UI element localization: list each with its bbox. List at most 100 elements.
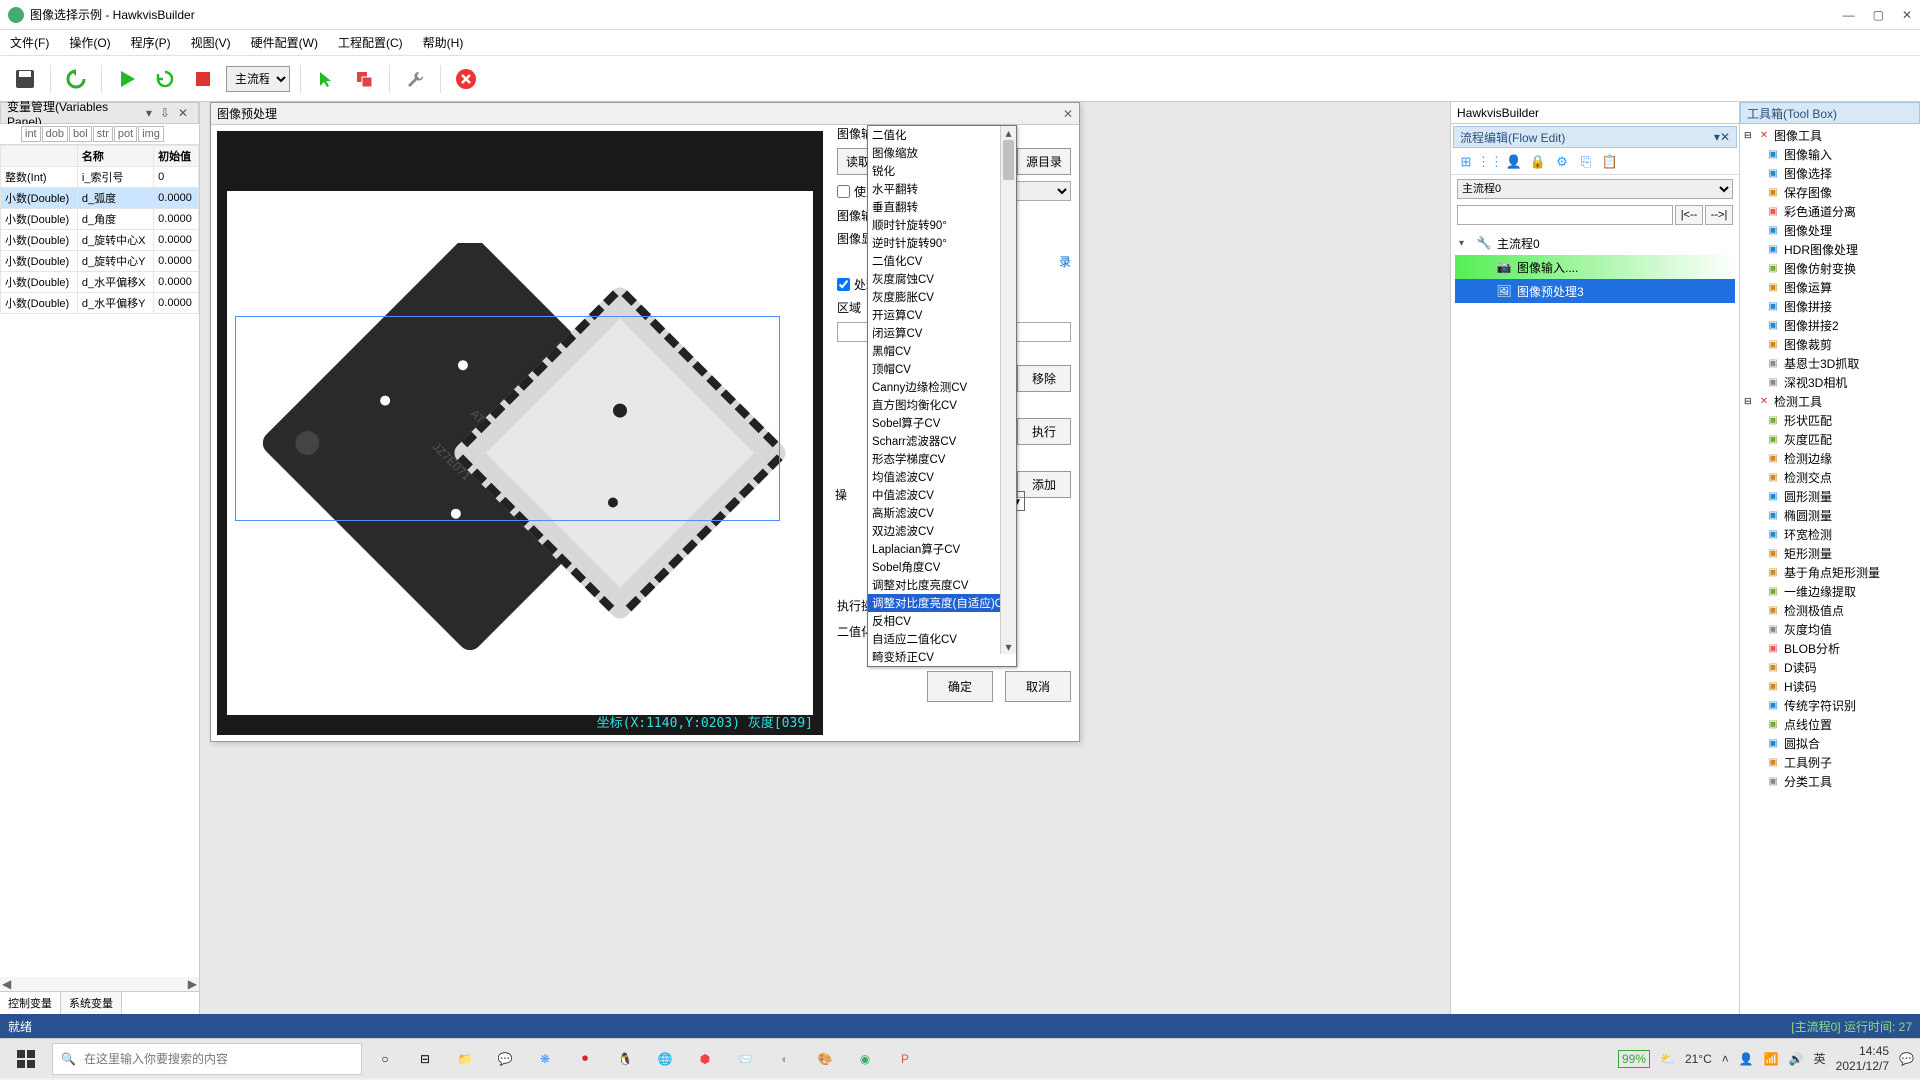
- tool-item[interactable]: ▣点线位置: [1742, 715, 1918, 734]
- dropdown-item[interactable]: 双边滤波CV: [868, 522, 1016, 540]
- dropdown-item[interactable]: 直方图均衡化CV: [868, 396, 1016, 414]
- scroll-left-icon[interactable]: ◀: [2, 977, 11, 991]
- tray-wifi-icon[interactable]: 📶: [1764, 1052, 1779, 1066]
- flow-gear-icon[interactable]: ⚙: [1553, 153, 1571, 171]
- menu-operate[interactable]: 操作(O): [69, 34, 110, 51]
- scroll-up-icon[interactable]: ▴: [1001, 126, 1016, 140]
- tool-item[interactable]: ▣D读码: [1742, 658, 1918, 677]
- add-button[interactable]: 添加: [1017, 471, 1071, 498]
- flow-tree[interactable]: ▾🔧主流程0 📷图像输入.... 🖼图像预处理3: [1451, 227, 1739, 307]
- dropdown-item[interactable]: 灰度膨胀CV: [868, 288, 1016, 306]
- tool-item[interactable]: ▣工具例子: [1742, 753, 1918, 772]
- flow-search-input[interactable]: [1457, 205, 1673, 225]
- task-qq-icon[interactable]: 🐧: [608, 1042, 642, 1076]
- task-explorer-icon[interactable]: 📁: [448, 1042, 482, 1076]
- cancel-button[interactable]: 取消: [1005, 671, 1071, 702]
- nav-forward-button[interactable]: -->|: [1705, 205, 1733, 225]
- menu-help[interactable]: 帮助(H): [423, 34, 464, 51]
- task-view-icon[interactable]: ⊟: [408, 1042, 442, 1076]
- scroll-right-icon[interactable]: ▶: [188, 977, 197, 991]
- tool-item[interactable]: ▣彩色通道分离: [1742, 202, 1918, 221]
- scroll-thumb[interactable]: [1003, 140, 1014, 180]
- dropdown-item[interactable]: 水平翻转: [868, 180, 1016, 198]
- table-row[interactable]: 小数(Double)d_旋转中心X0.0000: [1, 230, 199, 251]
- tray-people-icon[interactable]: 👤: [1739, 1052, 1754, 1066]
- remove-button[interactable]: 移除: [1017, 365, 1071, 392]
- panel-pin-icon[interactable]: ⇩: [156, 106, 174, 120]
- tool-item[interactable]: ▣圆拟合: [1742, 734, 1918, 753]
- save-icon[interactable]: [10, 64, 40, 94]
- tool-item[interactable]: ▣检测交点: [1742, 468, 1918, 487]
- tool-item[interactable]: ▣H读码: [1742, 677, 1918, 696]
- wrench-icon[interactable]: [400, 64, 430, 94]
- image-preview[interactable]: AT6558 JZ7E071: [217, 131, 823, 735]
- cursor-icon[interactable]: [311, 64, 341, 94]
- dropdown-item[interactable]: 闭运算CV: [868, 324, 1016, 342]
- stop-icon[interactable]: [188, 64, 218, 94]
- task-hawkvis-icon[interactable]: ◉: [848, 1042, 882, 1076]
- flow-user-icon[interactable]: 👤: [1505, 153, 1523, 171]
- nav-back-button[interactable]: |<--: [1675, 205, 1703, 225]
- type-bol[interactable]: bol: [69, 126, 92, 142]
- table-row[interactable]: 小数(Double)d_水平偏移Y0.0000: [1, 293, 199, 314]
- tool-item[interactable]: ▣图像处理: [1742, 221, 1918, 240]
- dropdown-item[interactable]: 顶帽CV: [868, 360, 1016, 378]
- tool-item[interactable]: ▣图像输入: [1742, 145, 1918, 164]
- dropdown-item[interactable]: 自适应二值化CV: [868, 630, 1016, 648]
- dropdown-item[interactable]: 锐化: [868, 162, 1016, 180]
- dropdown-item[interactable]: Canny边缘检测CV: [868, 378, 1016, 396]
- tray-weather-icon[interactable]: ⛅: [1660, 1052, 1675, 1066]
- task-record-icon[interactable]: ⏺: [568, 1042, 602, 1076]
- taskbar-search[interactable]: 🔍 在这里输入你要搜索的内容: [52, 1043, 362, 1075]
- tool-item[interactable]: ▣图像选择: [1742, 164, 1918, 183]
- tool-item[interactable]: ▣图像拼接2: [1742, 316, 1918, 335]
- tool-item[interactable]: ▣检测极值点: [1742, 601, 1918, 620]
- tool-item[interactable]: ▣深视3D相机: [1742, 373, 1918, 392]
- task-app4-icon[interactable]: ◐: [768, 1042, 802, 1076]
- dropdown-item[interactable]: 均值滤波CV: [868, 468, 1016, 486]
- execute-button[interactable]: 执行: [1017, 418, 1071, 445]
- tool-item[interactable]: ▣形状匹配: [1742, 411, 1918, 430]
- tool-item[interactable]: ▣一维边缘提取: [1742, 582, 1918, 601]
- tray-notifications-icon[interactable]: 💬: [1899, 1052, 1914, 1066]
- operation-dropdown-list[interactable]: 二值化图像缩放锐化水平翻转垂直翻转顺时针旋转90°逆时针旋转90°二值化CV灰度…: [867, 125, 1017, 667]
- tool-item[interactable]: ▣图像拼接: [1742, 297, 1918, 316]
- menu-view[interactable]: 视图(V): [191, 34, 231, 51]
- dropdown-item[interactable]: 反相CV: [868, 612, 1016, 630]
- table-row[interactable]: 小数(Double)d_旋转中心Y0.0000: [1, 251, 199, 272]
- table-row[interactable]: 整数(Int)i_索引号0: [1, 167, 199, 188]
- tool-item[interactable]: ▣检测边缘: [1742, 449, 1918, 468]
- tree-node-image-input[interactable]: 📷图像输入....: [1455, 255, 1735, 279]
- table-row[interactable]: 小数(Double)d_角度0.0000: [1, 209, 199, 230]
- menu-project[interactable]: 工程配置(C): [338, 34, 403, 51]
- close-button[interactable]: ✕: [1902, 8, 1912, 22]
- tool-item[interactable]: ▣图像仿射变换: [1742, 259, 1918, 278]
- reload-icon[interactable]: [61, 64, 91, 94]
- tray-up-icon[interactable]: ˄: [1722, 1052, 1729, 1066]
- flow-lock-icon[interactable]: 🔒: [1529, 153, 1547, 171]
- tool-item[interactable]: ▣灰度均值: [1742, 620, 1918, 639]
- tool-item[interactable]: ▣图像运算: [1742, 278, 1918, 297]
- tool-group[interactable]: ⊟✕检测工具: [1742, 392, 1918, 411]
- flow-copy-icon[interactable]: ⎘: [1577, 153, 1595, 171]
- type-img[interactable]: img: [138, 126, 164, 142]
- task-app1-icon[interactable]: ❋: [528, 1042, 562, 1076]
- use-checkbox[interactable]: [837, 185, 850, 198]
- dropdown-item[interactable]: 垂直翻转: [868, 198, 1016, 216]
- process-checkbox[interactable]: [837, 278, 850, 291]
- type-str[interactable]: str: [93, 126, 113, 142]
- tool-item[interactable]: ▣BLOB分析: [1742, 639, 1918, 658]
- flow-close-icon[interactable]: ✕: [1720, 130, 1730, 144]
- dropdown-item[interactable]: 畸变矫正CV: [868, 648, 1016, 666]
- dropdown-item[interactable]: 调整对比度亮度CV: [868, 576, 1016, 594]
- tool-item[interactable]: ▣图像裁剪: [1742, 335, 1918, 354]
- minimize-button[interactable]: ―: [1843, 8, 1855, 22]
- dropdown-item[interactable]: 调整对比度亮度(自适应)CV: [868, 594, 1016, 612]
- tool-item[interactable]: ▣保存图像: [1742, 183, 1918, 202]
- tray-volume-icon[interactable]: 🔊: [1789, 1052, 1804, 1066]
- type-dob[interactable]: dob: [42, 126, 68, 142]
- tool-item[interactable]: ▣传统字符识别: [1742, 696, 1918, 715]
- tool-item[interactable]: ▣HDR图像处理: [1742, 240, 1918, 259]
- variables-table[interactable]: 名称 初始值 整数(Int)i_索引号0小数(Double)d_弧度0.0000…: [0, 145, 199, 977]
- dropdown-item[interactable]: 图像缩放: [868, 144, 1016, 162]
